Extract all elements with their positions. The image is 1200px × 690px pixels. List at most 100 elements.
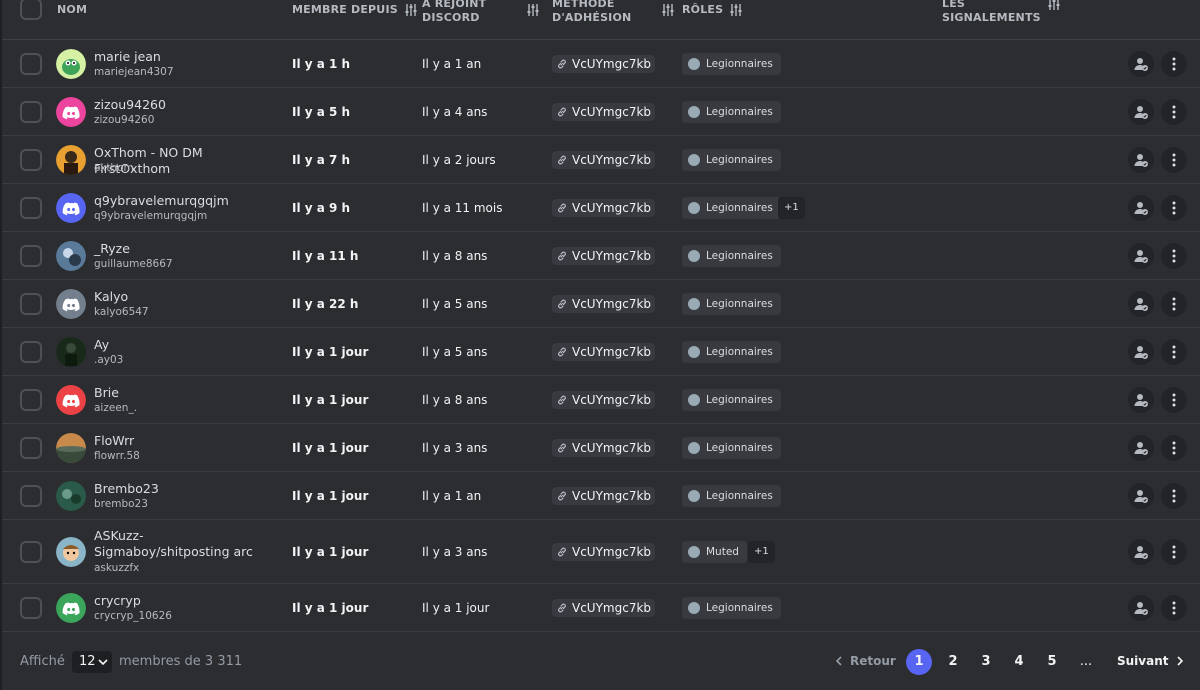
moderate-member-button[interactable]	[1128, 195, 1154, 221]
table-row[interactable]: Kalyo kalyo6547 Il y a 22 h Il y a 5 ans VcU…	[2, 280, 1200, 328]
more-options-button[interactable]	[1161, 147, 1187, 173]
table-row[interactable]: _Ryze guillaume8667 Il y a 11 h Il y a 8 an…	[2, 232, 1200, 280]
more-options-button[interactable]	[1161, 483, 1187, 509]
row-select-checkbox[interactable]	[20, 197, 42, 219]
member-display-name[interactable]: ASKuzz-Sigmaboy/shitposting arc	[94, 528, 274, 560]
avatar[interactable]	[56, 241, 86, 271]
page-button-5[interactable]: 5	[1039, 649, 1065, 675]
member-display-name[interactable]: Ay	[94, 337, 274, 353]
filter-icon[interactable]	[661, 3, 675, 17]
select-all-checkbox[interactable]	[20, 0, 42, 20]
row-select-checkbox[interactable]	[20, 101, 42, 123]
moderate-member-button[interactable]	[1128, 483, 1154, 509]
member-display-name[interactable]: marie jean	[94, 49, 274, 65]
invite-code-chip[interactable]: VcUYmgc7kb	[552, 391, 656, 409]
table-row[interactable]: Ay .ay03 Il y a 1 jour Il y a 5 ans VcUYmgc7…	[2, 328, 1200, 376]
more-options-button[interactable]	[1161, 99, 1187, 125]
filter-icon[interactable]	[526, 3, 540, 17]
avatar[interactable]	[56, 145, 86, 175]
row-select-checkbox[interactable]	[20, 149, 42, 171]
moderate-member-button[interactable]	[1128, 595, 1154, 621]
table-row[interactable]: ASKuzz-Sigmaboy/shitposting arc askuzzfx I…	[2, 520, 1200, 584]
moderate-member-button[interactable]	[1128, 387, 1154, 413]
more-options-button[interactable]	[1161, 339, 1187, 365]
member-display-name[interactable]: crycryp	[94, 593, 274, 609]
avatar[interactable]	[56, 385, 86, 415]
role-chip[interactable]: Legionnaires	[682, 293, 781, 315]
page-button-4[interactable]: 4	[1006, 649, 1032, 675]
member-display-name[interactable]: q9ybravelemurqgqjm	[94, 193, 274, 209]
filter-icon[interactable]	[404, 3, 418, 17]
row-select-checkbox[interactable]	[20, 437, 42, 459]
col-member-since-header[interactable]: MEMBRE DEPUIS	[292, 3, 418, 17]
more-options-button[interactable]	[1161, 51, 1187, 77]
role-chip[interactable]: Legionnaires	[682, 341, 781, 363]
avatar[interactable]	[56, 537, 86, 567]
role-chip[interactable]: Legionnaires	[682, 389, 781, 411]
table-row[interactable]: OxThom - NO DM FirstOxthom oxthom Il y a 7…	[2, 136, 1200, 184]
member-display-name[interactable]: Brembo23	[94, 481, 274, 497]
invite-code-chip[interactable]: VcUYmgc7kb	[552, 487, 656, 505]
role-chip[interactable]: Legionnaires	[682, 101, 781, 123]
role-chip[interactable]: Muted	[682, 541, 747, 563]
invite-code-chip[interactable]: VcUYmgc7kb	[552, 599, 656, 617]
invite-code-chip[interactable]: VcUYmgc7kb	[552, 295, 656, 313]
row-select-checkbox[interactable]	[20, 389, 42, 411]
moderate-member-button[interactable]	[1128, 147, 1154, 173]
col-joined-discord-header[interactable]: A REJOINT DISCORD	[422, 0, 540, 25]
table-row[interactable]: Brembo23 brembo23 Il y a 1 jour Il y a 1 an…	[2, 472, 1200, 520]
invite-code-chip[interactable]: VcUYmgc7kb	[552, 343, 656, 361]
role-chip[interactable]: Legionnaires	[682, 437, 781, 459]
role-chip[interactable]: Legionnaires	[682, 53, 781, 75]
table-row[interactable]: FloWrr flowrr.58 Il y a 1 jour Il y a 3 ans…	[2, 424, 1200, 472]
table-row[interactable]: Brie aizeen_. Il y a 1 jour Il y a 8 ans VcU…	[2, 376, 1200, 424]
member-display-name[interactable]: _Ryze	[94, 241, 274, 257]
row-select-checkbox[interactable]	[20, 53, 42, 75]
page-button-1[interactable]: 1	[906, 649, 932, 675]
moderate-member-button[interactable]	[1128, 99, 1154, 125]
role-chip[interactable]: Legionnaires	[682, 245, 781, 267]
avatar[interactable]	[56, 289, 86, 319]
more-options-button[interactable]	[1161, 595, 1187, 621]
member-display-name[interactable]: Brie	[94, 385, 274, 401]
more-options-button[interactable]	[1161, 243, 1187, 269]
more-roles-badge[interactable]: +1	[748, 541, 775, 563]
row-select-checkbox[interactable]	[20, 245, 42, 267]
col-reports-header[interactable]: LES SIGNALEMENTS	[942, 0, 1061, 25]
page-size-select[interactable]: 12	[72, 651, 112, 673]
page-button-2[interactable]: 2	[940, 649, 966, 675]
moderate-member-button[interactable]	[1128, 435, 1154, 461]
invite-code-chip[interactable]: VcUYmgc7kb	[552, 151, 656, 169]
moderate-member-button[interactable]	[1128, 51, 1154, 77]
row-select-checkbox[interactable]	[20, 597, 42, 619]
more-options-button[interactable]	[1161, 539, 1187, 565]
row-select-checkbox[interactable]	[20, 485, 42, 507]
table-row[interactable]: crycryp crycryp_10626 Il y a 1 jour Il y a …	[2, 584, 1200, 632]
avatar[interactable]	[56, 97, 86, 127]
page-button-3[interactable]: 3	[973, 649, 999, 675]
next-page-button[interactable]: Suivant	[1117, 653, 1185, 669]
role-chip[interactable]: Legionnaires	[682, 597, 781, 619]
filter-icon[interactable]	[1047, 0, 1061, 11]
role-chip[interactable]: Legionnaires	[682, 485, 781, 507]
invite-code-chip[interactable]: VcUYmgc7kb	[552, 199, 656, 217]
moderate-member-button[interactable]	[1128, 243, 1154, 269]
more-roles-badge[interactable]: +1	[778, 197, 805, 219]
filter-icon[interactable]	[729, 3, 743, 17]
invite-code-chip[interactable]: VcUYmgc7kb	[552, 103, 656, 121]
avatar[interactable]	[56, 193, 86, 223]
row-select-checkbox[interactable]	[20, 341, 42, 363]
role-chip[interactable]: Legionnaires	[682, 197, 781, 219]
invite-code-chip[interactable]: VcUYmgc7kb	[552, 439, 656, 457]
col-name-header[interactable]: NOM	[57, 3, 87, 17]
moderate-member-button[interactable]	[1128, 291, 1154, 317]
moderate-member-button[interactable]	[1128, 339, 1154, 365]
prev-page-button[interactable]: Retour	[834, 653, 896, 669]
col-join-method-header[interactable]: MÉTHODE D'ADHÉSION	[552, 0, 675, 25]
avatar[interactable]	[56, 433, 86, 463]
moderate-member-button[interactable]	[1128, 539, 1154, 565]
member-display-name[interactable]: zizou94260	[94, 97, 274, 113]
avatar[interactable]	[56, 337, 86, 367]
row-select-checkbox[interactable]	[20, 293, 42, 315]
invite-code-chip[interactable]: VcUYmgc7kb	[552, 55, 656, 73]
